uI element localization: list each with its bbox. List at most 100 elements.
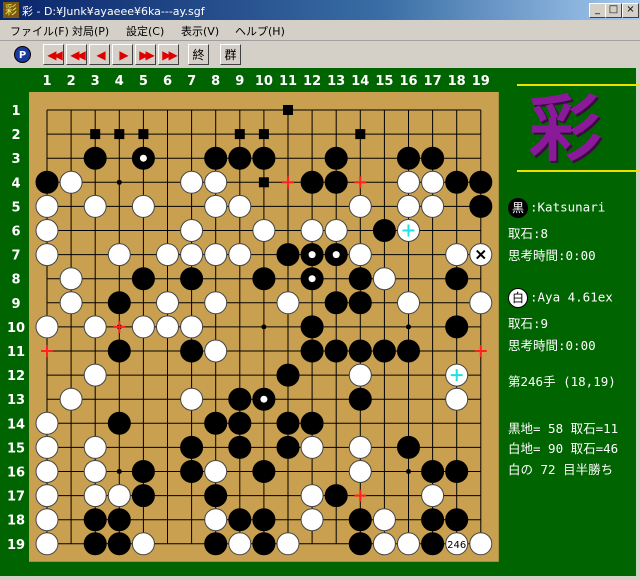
column-label: 15 <box>375 74 393 89</box>
black-stone <box>228 435 252 459</box>
dead-stone-mark <box>260 395 268 403</box>
white-stone <box>35 315 59 339</box>
white-stone <box>397 291 420 315</box>
row-label: 10 <box>7 321 25 336</box>
black-stone <box>228 387 252 411</box>
white-territory: 白地= 90 取石=46 <box>508 441 619 456</box>
minimize-button[interactable]: _ <box>589 3 606 18</box>
white-stone <box>107 484 131 508</box>
menu-game[interactable]: 対局(P) <box>72 23 109 39</box>
territory-marker <box>138 129 149 140</box>
black-stone <box>252 146 276 170</box>
black-stone <box>107 532 131 556</box>
white-stone <box>300 435 324 459</box>
white-stone <box>421 484 445 508</box>
white-stone <box>83 363 107 387</box>
end-game-button[interactable]: 終 <box>188 44 209 65</box>
black-stone <box>445 508 469 532</box>
row-label: 19 <box>7 538 25 553</box>
p-icon[interactable]: P <box>14 46 31 63</box>
black-stone <box>228 411 252 435</box>
black-stone <box>228 508 252 532</box>
back-ten-button[interactable]: ◀◀ <box>66 44 87 65</box>
black-stone <box>300 170 324 194</box>
white-stone <box>180 243 204 267</box>
dead-stone-mark <box>308 275 316 283</box>
group-button[interactable]: 群 <box>220 44 241 65</box>
white-stone <box>252 219 276 242</box>
row-label: 15 <box>7 441 25 456</box>
white-stone <box>228 243 252 267</box>
black-stone-icon: 黒 <box>508 198 528 218</box>
dead-stone-mark <box>308 251 316 259</box>
white-stone <box>204 291 228 315</box>
black-stone <box>204 411 228 435</box>
menu-file[interactable]: ファイル(F) <box>10 23 69 39</box>
white-stone <box>469 291 493 315</box>
column-label: 6 <box>163 74 172 89</box>
menu-view[interactable]: 表示(V) <box>181 23 219 39</box>
black-stone <box>35 170 59 194</box>
black-stone <box>180 267 204 291</box>
forward-one-button[interactable]: ▶ <box>112 44 133 65</box>
white-stone <box>204 460 228 483</box>
white-stone <box>300 219 324 242</box>
logo-char: 彩 <box>529 87 602 171</box>
column-label: 12 <box>303 74 321 89</box>
black-stone <box>445 460 469 483</box>
row-label: 8 <box>11 273 20 288</box>
white-think-time: 思考時間:0:00 <box>508 338 596 353</box>
black-stone <box>204 532 228 556</box>
row-label: 4 <box>11 176 20 191</box>
logo: 彩 <box>517 84 640 172</box>
white-stone <box>397 532 420 556</box>
white-stone <box>204 194 228 218</box>
white-stone <box>204 170 228 194</box>
column-label: 19 <box>472 74 490 89</box>
maximize-button[interactable]: □ <box>605 3 622 18</box>
white-stone <box>131 532 155 556</box>
white-stone <box>131 194 155 218</box>
white-stone <box>83 435 107 459</box>
white-stone <box>300 484 324 508</box>
row-label: 18 <box>7 514 25 529</box>
white-stone <box>421 194 445 218</box>
black-stone <box>421 508 445 532</box>
last-move-button[interactable]: ▶▶ <box>158 44 179 65</box>
black-territory: 黒地= 58 取石=11 <box>508 421 619 436</box>
black-stone <box>324 291 348 315</box>
black-stone <box>131 484 155 508</box>
black-stone <box>83 146 107 170</box>
row-label: 7 <box>11 249 20 264</box>
white-stone <box>204 339 228 363</box>
black-stone <box>372 339 396 363</box>
white-stone <box>180 170 204 194</box>
black-stone <box>252 508 276 532</box>
menu-settings[interactable]: 設定(C) <box>126 23 164 39</box>
white-stone <box>156 291 179 315</box>
star-point <box>406 324 411 330</box>
column-label: 13 <box>327 74 345 89</box>
menu-help[interactable]: ヘルプ(H) <box>235 23 285 39</box>
back-one-button[interactable]: ◀ <box>89 44 110 65</box>
first-move-button[interactable]: ◀◀ <box>43 44 64 65</box>
column-label: 2 <box>67 74 76 89</box>
forward-ten-button[interactable]: ▶▶ <box>135 44 156 65</box>
black-stone <box>107 291 131 315</box>
white-stone <box>59 267 83 291</box>
column-label: 1 <box>42 74 51 89</box>
go-board[interactable]: 1 2 3 4 5 6 7 8 9 10 11 12 13 14 15 16 17 18 1912345678910… <box>0 68 505 576</box>
star-point <box>116 179 122 185</box>
white-stone-icon: 白 <box>508 288 528 308</box>
white-stone <box>324 219 348 242</box>
black-stone <box>324 484 348 508</box>
white-stone <box>228 532 252 556</box>
row-label: 14 <box>7 417 25 432</box>
white-stone <box>348 194 372 218</box>
white-stone <box>83 460 107 483</box>
close-button[interactable]: × <box>622 3 639 18</box>
white-stone <box>445 243 469 267</box>
territory-marker <box>90 129 101 140</box>
white-stone <box>35 194 59 218</box>
black-stone <box>131 460 155 483</box>
